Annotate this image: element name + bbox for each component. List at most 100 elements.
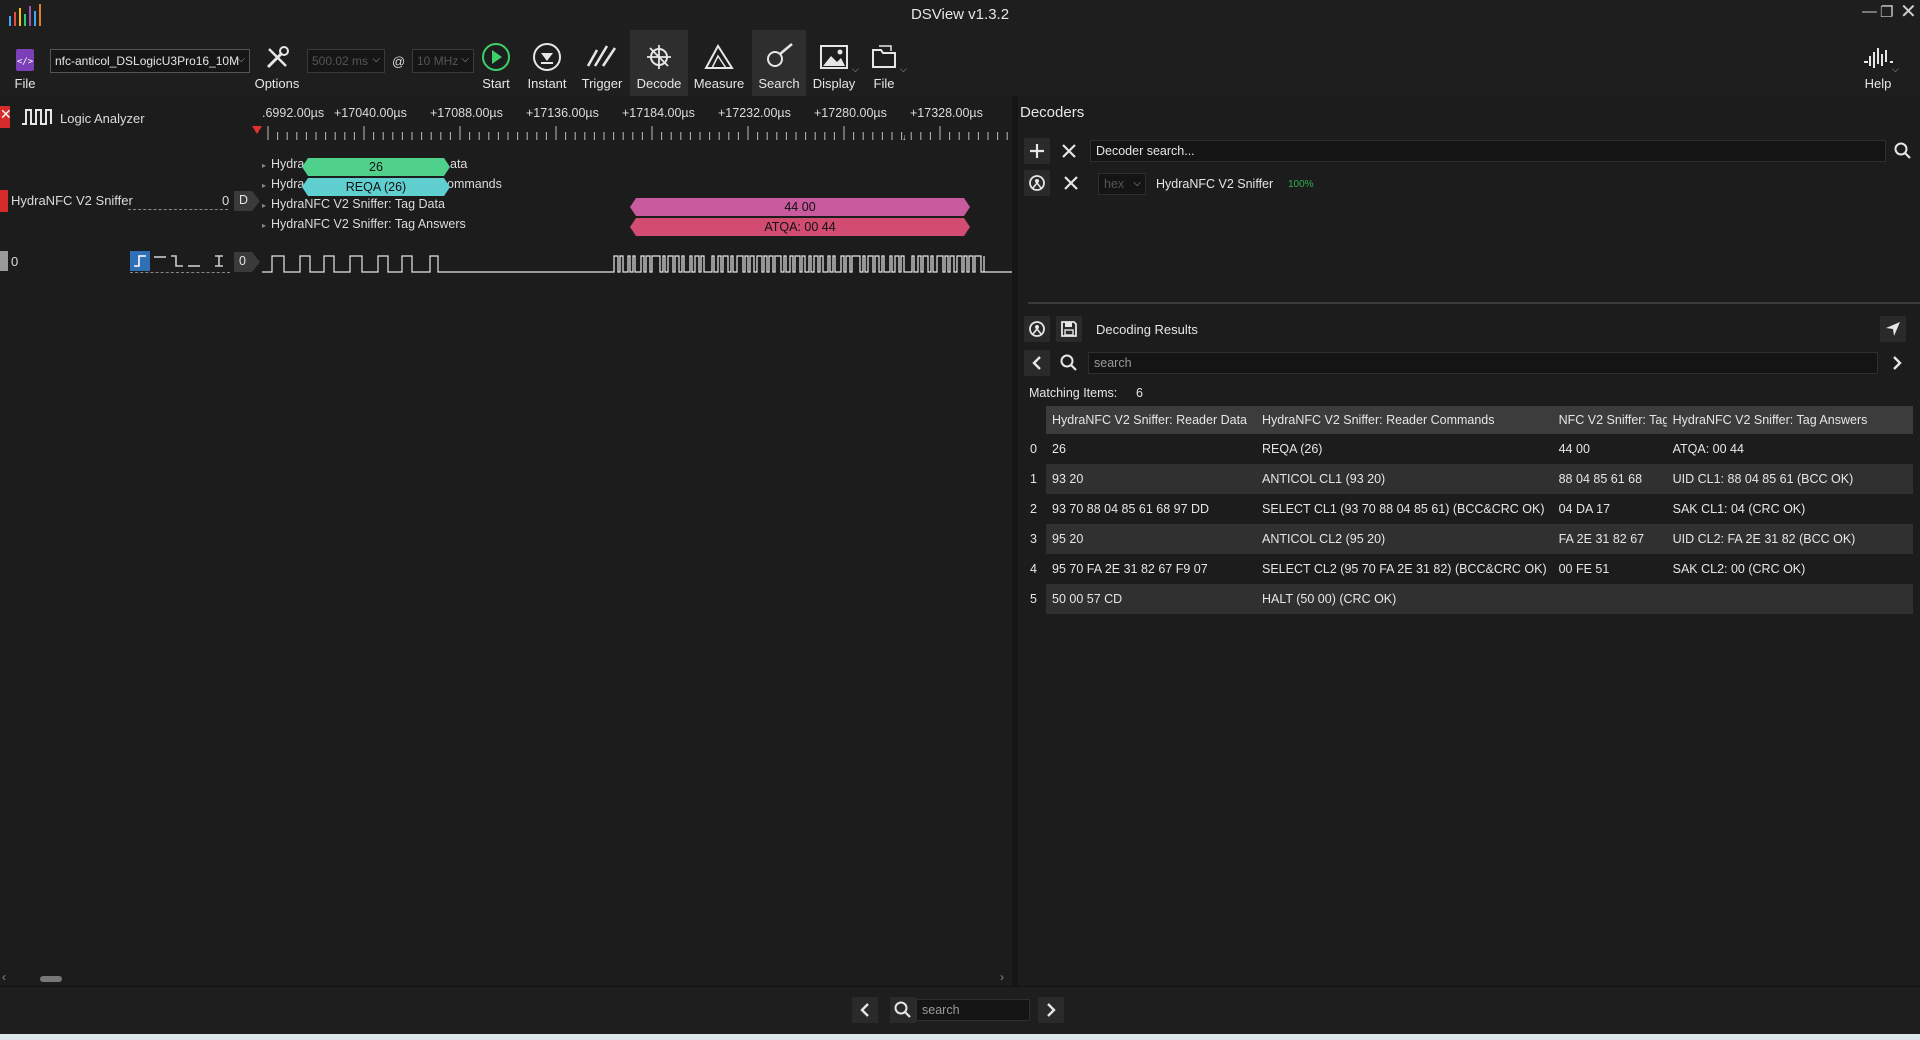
falling-edge-trigger-icon[interactable] bbox=[170, 254, 184, 268]
column-header-tag-answers[interactable]: HydraNFC V2 Sniffer: Tag Answers bbox=[1666, 406, 1913, 434]
logic-wave-icon bbox=[22, 109, 52, 125]
search-wand-icon bbox=[767, 43, 793, 67]
save-icon bbox=[1061, 321, 1077, 337]
results-search-input[interactable]: search bbox=[1088, 352, 1878, 374]
measure-button[interactable]: Measure bbox=[690, 30, 748, 96]
help-button[interactable]: Help bbox=[1856, 30, 1900, 96]
scroll-left-icon[interactable]: ‹ bbox=[2, 970, 6, 984]
chevron-down-icon: ⌵ bbox=[461, 54, 469, 65]
scroll-right-icon[interactable]: › bbox=[1000, 970, 1004, 984]
trigger-marker-icon bbox=[252, 126, 262, 134]
decoder-progress: 100% bbox=[1288, 179, 1314, 190]
table-row[interactable]: 5 50 00 57 CD HALT (50 00) (CRC OK) bbox=[1026, 584, 1913, 614]
logic-waveform[interactable] bbox=[262, 246, 1012, 276]
decoder-badge[interactable]: D bbox=[232, 190, 262, 212]
save-results-button[interactable] bbox=[1056, 316, 1082, 342]
options-button[interactable]: Options bbox=[252, 30, 302, 96]
tag-data-row-label: HydraNFC V2 Sniffer: Tag Data bbox=[271, 197, 445, 211]
reader-data-row-label-prefix: Hydra bbox=[271, 157, 305, 171]
file-right-button[interactable]: File bbox=[862, 30, 906, 96]
jump-to-button[interactable] bbox=[1880, 316, 1906, 342]
bottom-search-icon-button[interactable] bbox=[890, 997, 916, 1023]
scrollbar-thumb[interactable] bbox=[40, 976, 62, 982]
table-row[interactable]: 0 26 REQA (26) 44 00 ATQA: 00 44 bbox=[1026, 434, 1913, 464]
taskbar-strip bbox=[0, 1034, 1920, 1040]
column-header-reader-data[interactable]: HydraNFC V2 Sniffer: Reader Data bbox=[1046, 406, 1256, 434]
cell-tag-data: 44 00 bbox=[1558, 442, 1590, 456]
time-ruler[interactable]: .6992.00µs +17040.00µs +17088.00µs +17136.0… bbox=[262, 96, 1012, 146]
low-level-trigger-icon[interactable] bbox=[187, 254, 201, 268]
format-select[interactable]: hex ⌵ bbox=[1098, 173, 1146, 195]
results-search-icon-button[interactable] bbox=[1056, 350, 1082, 376]
restore-icon[interactable]: ❐ bbox=[1880, 3, 1893, 21]
chevron-down-icon: ⌵ bbox=[372, 54, 380, 65]
bottom-previous-button[interactable] bbox=[852, 997, 878, 1023]
index-header bbox=[1026, 406, 1046, 434]
search-icon[interactable] bbox=[1894, 142, 1912, 160]
chevron-left-icon bbox=[860, 1003, 869, 1017]
reader-command-annotation[interactable]: REQA (26) bbox=[302, 178, 450, 196]
section-divider[interactable] bbox=[1028, 302, 1920, 304]
row-index: 0 bbox=[1026, 434, 1046, 464]
cell-tag-answer bbox=[1666, 584, 1913, 614]
next-result-button[interactable] bbox=[1884, 350, 1910, 376]
bottom-search-input[interactable]: search bbox=[916, 999, 1030, 1021]
bottom-next-button[interactable] bbox=[1038, 997, 1064, 1023]
decoder-name: HydraNFC V2 Sniffer bbox=[1156, 177, 1274, 191]
cell-reader-command: ANTICOL CL2 (95 20) bbox=[1256, 524, 1553, 554]
row-arrow-icon: ▸ bbox=[262, 181, 267, 190]
table-row[interactable]: 2 93 70 88 04 85 61 68 97 DD SELECT CL1 (9… bbox=[1026, 494, 1913, 524]
decoder-search-input[interactable]: Decoder search... bbox=[1090, 140, 1886, 162]
tag-data-annotation[interactable]: 44 00 bbox=[630, 198, 970, 216]
cell-reader-data: 93 70 88 04 85 61 68 97 DD bbox=[1052, 502, 1210, 516]
window-title: DSView v1.3.2 bbox=[910, 6, 1010, 23]
trigger-button[interactable]: Trigger bbox=[576, 30, 628, 96]
ruler-ticks bbox=[267, 126, 1008, 140]
column-header-tag-data[interactable]: NFC V2 Sniffer: Tag bbox=[1552, 406, 1667, 434]
instant-icon bbox=[533, 43, 561, 71]
clear-decoder-search-button[interactable] bbox=[1056, 138, 1082, 164]
close-icon[interactable]: ✕ bbox=[0, 106, 12, 123]
rate-select[interactable]: 10 MHz ⌵ bbox=[412, 49, 474, 73]
table-row[interactable]: 4 95 70 FA 2E 31 82 67 F9 07 SELECT CL2 (9… bbox=[1026, 554, 1913, 584]
previous-result-button[interactable] bbox=[1024, 350, 1050, 376]
rising-edge-trigger-icon[interactable] bbox=[130, 251, 150, 271]
cell-reader-command: SELECT CL1 (93 70 88 04 85 61) (BCC&CRC … bbox=[1262, 502, 1545, 516]
cell-tag-data: 04 DA 17 bbox=[1558, 502, 1611, 516]
gear-icon bbox=[1029, 175, 1045, 191]
cell-tag-answer: ATQA: 00 44 bbox=[1672, 442, 1744, 456]
display-button[interactable]: Display bbox=[808, 30, 860, 96]
row-index: 4 bbox=[1026, 554, 1046, 584]
column-header-reader-commands[interactable]: HydraNFC V2 Sniffer: Reader Commands bbox=[1256, 406, 1553, 434]
decoder-settings-button[interactable] bbox=[1024, 170, 1050, 196]
table-row[interactable]: 3 95 20 ANTICOL CL2 (95 20) FA 2E 31 82 67 U… bbox=[1026, 524, 1913, 554]
start-button[interactable]: Start bbox=[474, 30, 518, 96]
main-toolbar: </> File nfc-anticol_DSLogicU3Pro16_10M … bbox=[0, 30, 1920, 96]
minimize-icon[interactable]: — bbox=[1862, 3, 1877, 20]
matching-items-label: Matching Items: bbox=[1029, 386, 1118, 400]
search-button[interactable]: Search bbox=[752, 30, 806, 96]
file-left-button[interactable]: </> File bbox=[6, 30, 44, 96]
file-code-icon: </> bbox=[16, 49, 34, 71]
tools-icon bbox=[266, 46, 289, 69]
instant-button[interactable]: Instant bbox=[522, 30, 572, 96]
decode-button[interactable]: Decode bbox=[630, 30, 688, 96]
add-decoder-button[interactable] bbox=[1024, 138, 1050, 164]
reader-data-annotation[interactable]: 26 bbox=[302, 158, 450, 176]
duration-select[interactable]: 500.02 ms ⌵ bbox=[307, 49, 385, 73]
decoder-channel-index: 0 bbox=[222, 193, 230, 208]
cell-reader-data: 26 bbox=[1052, 442, 1066, 456]
mode-label: Logic Analyzer bbox=[60, 111, 145, 126]
high-level-trigger-icon[interactable] bbox=[153, 254, 167, 268]
table-row[interactable]: 1 93 20 ANTICOL CL1 (93 20) 88 04 85 61 68 U… bbox=[1026, 464, 1913, 494]
any-edge-trigger-icon[interactable] bbox=[212, 254, 226, 268]
remove-decoder-button[interactable] bbox=[1058, 170, 1084, 196]
close-icon[interactable]: ✕ bbox=[1900, 0, 1917, 24]
device-select[interactable]: nfc-anticol_DSLogicU3Pro16_10M ⌵ bbox=[50, 49, 250, 73]
cursor-marker-icon[interactable]: ↓ bbox=[902, 132, 907, 142]
tag-answer-annotation[interactable]: ATQA: 00 44 bbox=[630, 218, 970, 236]
logic-channel-badge[interactable]: 0 bbox=[232, 251, 262, 273]
reader-commands-row-label-prefix: Hydra bbox=[271, 177, 305, 191]
horizontal-scrollbar[interactable]: ‹ › bbox=[0, 970, 1012, 986]
results-settings-button[interactable] bbox=[1024, 316, 1050, 342]
